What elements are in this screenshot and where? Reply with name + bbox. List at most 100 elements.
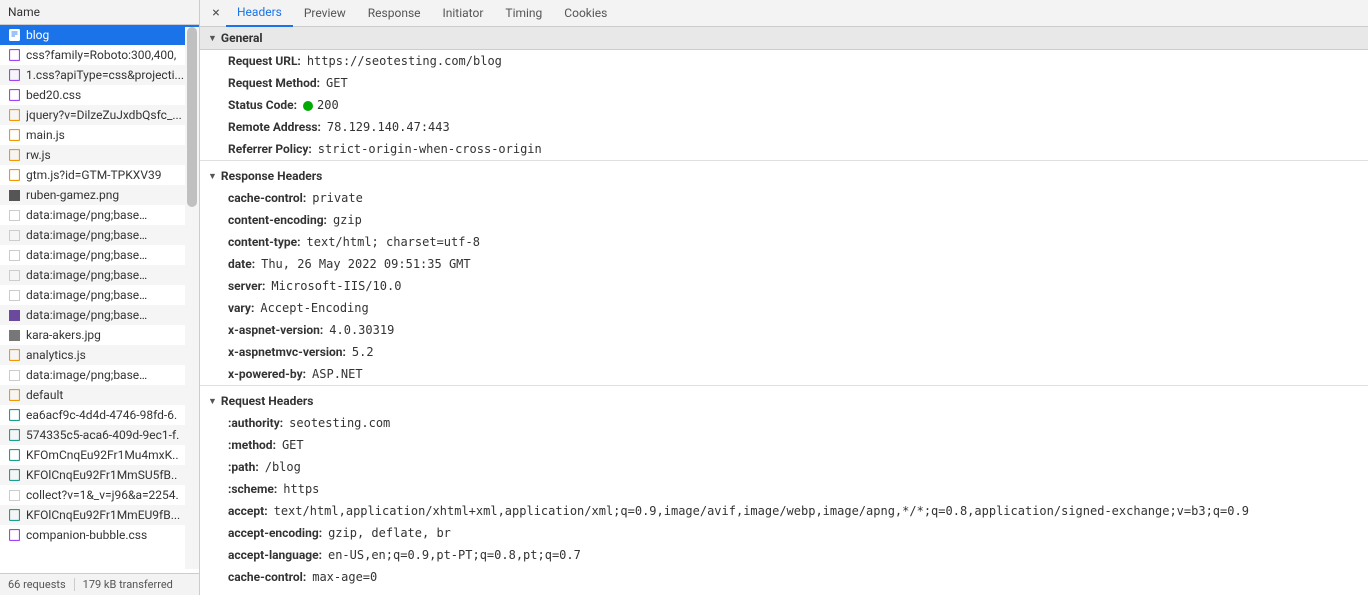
header-row: Request URL:https://seotesting.com/blog xyxy=(200,50,1368,72)
header-value: /blog xyxy=(265,460,301,474)
header-key: Status Code: xyxy=(228,98,297,112)
file-type-icon xyxy=(8,349,20,361)
section-request-headers[interactable]: ▼ Request Headers xyxy=(200,385,1368,412)
request-name: KFOlCnqEu92Fr1MmSU5fB.. xyxy=(26,468,177,482)
header-value: GET xyxy=(326,76,348,90)
request-row[interactable]: gtm.js?id=GTM-TPKXV39 xyxy=(0,165,199,185)
request-row[interactable]: data:image/png;base… xyxy=(0,265,199,285)
file-type-icon xyxy=(8,529,20,541)
request-list[interactable]: blogcss?family=Roboto:300,400,1.css?apiT… xyxy=(0,25,199,573)
file-type-icon xyxy=(8,109,20,121)
chevron-down-icon: ▼ xyxy=(208,171,217,182)
header-row: content-encoding:gzip xyxy=(200,209,1368,231)
request-row[interactable]: data:image/png;base… xyxy=(0,305,199,325)
file-type-icon xyxy=(8,389,20,401)
request-row[interactable]: analytics.js xyxy=(0,345,199,365)
tab-headers[interactable]: Headers xyxy=(226,0,293,27)
status-dot-icon xyxy=(303,101,313,111)
request-row[interactable]: 574335c5-aca6-409d-9ec1-f. xyxy=(0,425,199,445)
request-row[interactable]: collect?v=1&_v=j96&a=2254. xyxy=(0,485,199,505)
header-row: accept-language:en-US,en;q=0.9,pt-PT;q=0… xyxy=(200,544,1368,566)
details-panel: × HeadersPreviewResponseInitiatorTimingC… xyxy=(200,0,1368,595)
tab-preview[interactable]: Preview xyxy=(293,0,357,27)
header-value: https://seotesting.com/blog xyxy=(307,54,502,68)
request-row[interactable]: 1.css?apiType=css&projecti... xyxy=(0,65,199,85)
request-name: data:image/png;base… xyxy=(26,228,147,242)
header-value: seotesting.com xyxy=(289,416,390,430)
request-row[interactable]: css?family=Roboto:300,400, xyxy=(0,45,199,65)
file-type-icon xyxy=(8,89,20,101)
request-name: KFOlCnqEu92Fr1MmEU9fB... xyxy=(26,508,180,522)
file-type-icon xyxy=(8,289,20,301)
header-row: Remote Address: 78.129.140.47:443 xyxy=(200,116,1368,138)
network-sidebar: Name blogcss?family=Roboto:300,400,1.css… xyxy=(0,0,200,595)
file-type-icon xyxy=(8,369,20,381)
request-row[interactable]: data:image/png;base… xyxy=(0,225,199,245)
tab-response[interactable]: Response xyxy=(357,0,432,27)
request-name: default xyxy=(26,388,63,402)
sidebar-column-header[interactable]: Name xyxy=(0,0,199,25)
section-general[interactable]: ▼ General xyxy=(200,27,1368,50)
request-row[interactable]: KFOmCnqEu92Fr1Mu4mxK.. xyxy=(0,445,199,465)
header-value: text/html,application/xhtml+xml,applicat… xyxy=(274,504,1249,518)
close-icon[interactable]: × xyxy=(206,5,226,21)
file-type-icon xyxy=(8,49,20,61)
file-type-icon xyxy=(8,249,20,261)
tab-initiator[interactable]: Initiator xyxy=(432,0,495,27)
header-value: strict-origin-when-cross-origin xyxy=(318,142,542,156)
header-value: Microsoft-IIS/10.0 xyxy=(271,279,401,293)
header-value: text/html; charset=utf-8 xyxy=(307,235,480,249)
file-type-icon xyxy=(8,449,20,461)
file-type-icon xyxy=(8,329,20,341)
header-value: 78.129.140.47:443 xyxy=(327,120,450,134)
header-row: :method:GET xyxy=(200,434,1368,456)
header-key: content-type: xyxy=(228,235,301,249)
headers-detail-scroll[interactable]: ▼ General Request URL:https://seotesting… xyxy=(200,27,1368,595)
request-row[interactable]: data:image/png;base… xyxy=(0,245,199,265)
requests-count: 66 requests xyxy=(0,578,75,591)
header-key: accept-encoding: xyxy=(228,526,322,540)
header-key: :authority: xyxy=(228,416,283,430)
scrollbar[interactable] xyxy=(185,27,199,569)
header-row: server:Microsoft-IIS/10.0 xyxy=(200,275,1368,297)
request-row[interactable]: kara-akers.jpg xyxy=(0,325,199,345)
request-row[interactable]: KFOlCnqEu92Fr1MmEU9fB... xyxy=(0,505,199,525)
header-row: content-type: text/html; charset=utf-8 xyxy=(200,231,1368,253)
header-key: Request Method: xyxy=(228,76,320,90)
scrollbar-thumb[interactable] xyxy=(187,27,197,207)
request-row[interactable]: rw.js xyxy=(0,145,199,165)
request-row[interactable]: bed20.css xyxy=(0,85,199,105)
header-key: :path: xyxy=(228,460,259,474)
request-row[interactable]: ruben-gamez.png xyxy=(0,185,199,205)
tab-timing[interactable]: Timing xyxy=(494,0,553,27)
header-key: x-aspnet-version: xyxy=(228,323,323,337)
request-name: ruben-gamez.png xyxy=(26,188,119,202)
sidebar-footer: 66 requests 179 kB transferred xyxy=(0,573,199,595)
tab-cookies[interactable]: Cookies xyxy=(553,0,618,27)
header-key: Remote Address: xyxy=(228,120,321,134)
request-row[interactable]: ea6acf9c-4d4d-4746-98fd-6. xyxy=(0,405,199,425)
file-type-icon xyxy=(8,169,20,181)
header-value: Thu, 26 May 2022 09:51:35 GMT xyxy=(261,257,471,271)
request-row[interactable]: companion-bubble.css xyxy=(0,525,199,545)
request-row[interactable]: data:image/png;base… xyxy=(0,365,199,385)
request-row[interactable]: jquery?v=DilzeZuJxdbQsfc_... xyxy=(0,105,199,125)
request-name: gtm.js?id=GTM-TPKXV39 xyxy=(26,168,161,182)
section-response-headers[interactable]: ▼ Response Headers xyxy=(200,160,1368,187)
header-row: Request Method: GET xyxy=(200,72,1368,94)
request-name: jquery?v=DilzeZuJxdbQsfc_... xyxy=(26,108,182,122)
header-key: Referrer Policy: xyxy=(228,142,312,156)
header-key: date: xyxy=(228,257,255,271)
header-value: https xyxy=(283,482,319,496)
request-row[interactable]: data:image/png;base… xyxy=(0,285,199,305)
request-row[interactable]: data:image/png;base… xyxy=(0,205,199,225)
request-row[interactable]: default xyxy=(0,385,199,405)
request-name: KFOmCnqEu92Fr1Mu4mxK.. xyxy=(26,448,178,462)
request-name: data:image/png;base… xyxy=(26,368,147,382)
request-row[interactable]: KFOlCnqEu92Fr1MmSU5fB.. xyxy=(0,465,199,485)
request-row[interactable]: blog xyxy=(0,25,199,45)
header-key: :scheme: xyxy=(228,482,277,496)
header-key: content-encoding: xyxy=(228,213,327,227)
header-value: GET xyxy=(282,438,304,452)
request-row[interactable]: main.js xyxy=(0,125,199,145)
